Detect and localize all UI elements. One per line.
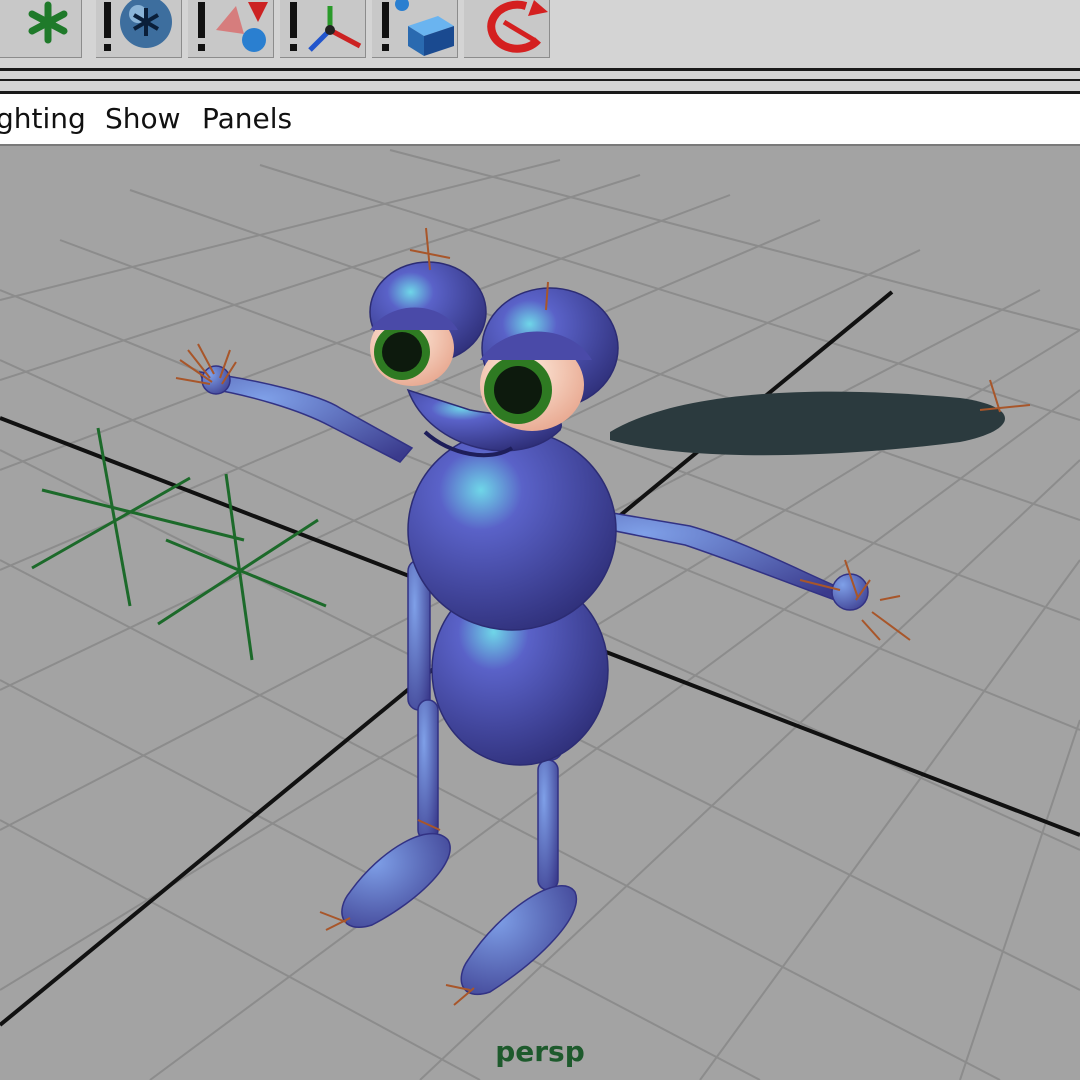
menu-panels[interactable]: Panels: [202, 102, 292, 135]
emitter-tool-button[interactable]: [372, 0, 458, 58]
viewport-scene: [0, 149, 1080, 1080]
perspective-viewport[interactable]: [0, 146, 1080, 1080]
joint-axis-icon: [290, 2, 362, 52]
solver-sphere-icon: [104, 0, 172, 51]
character-body: [407, 429, 617, 766]
camera-label: persp: [495, 1035, 585, 1068]
panel-separator[interactable]: [0, 68, 1080, 94]
cube-emitter-icon: [382, 0, 454, 56]
particle-field-icon: [198, 2, 268, 52]
locators: [31, 427, 327, 661]
asterisk-tool-button[interactable]: [0, 0, 82, 58]
character-shadow: [610, 391, 1005, 456]
rotate-tool-button[interactable]: [464, 0, 550, 58]
solver-tool-button[interactable]: [96, 0, 182, 58]
asterisk-icon: [28, 1, 68, 44]
shelf-toolbar: [0, 0, 1080, 68]
particle-tool-button[interactable]: [188, 0, 274, 58]
menu-lighting[interactable]: ghting: [0, 102, 86, 135]
panel-menu-bar: ghting Show Panels: [0, 94, 1080, 146]
rotate-arrow-icon: [487, 0, 548, 53]
joint-tool-button[interactable]: [280, 0, 366, 58]
menu-show[interactable]: Show: [105, 102, 181, 135]
